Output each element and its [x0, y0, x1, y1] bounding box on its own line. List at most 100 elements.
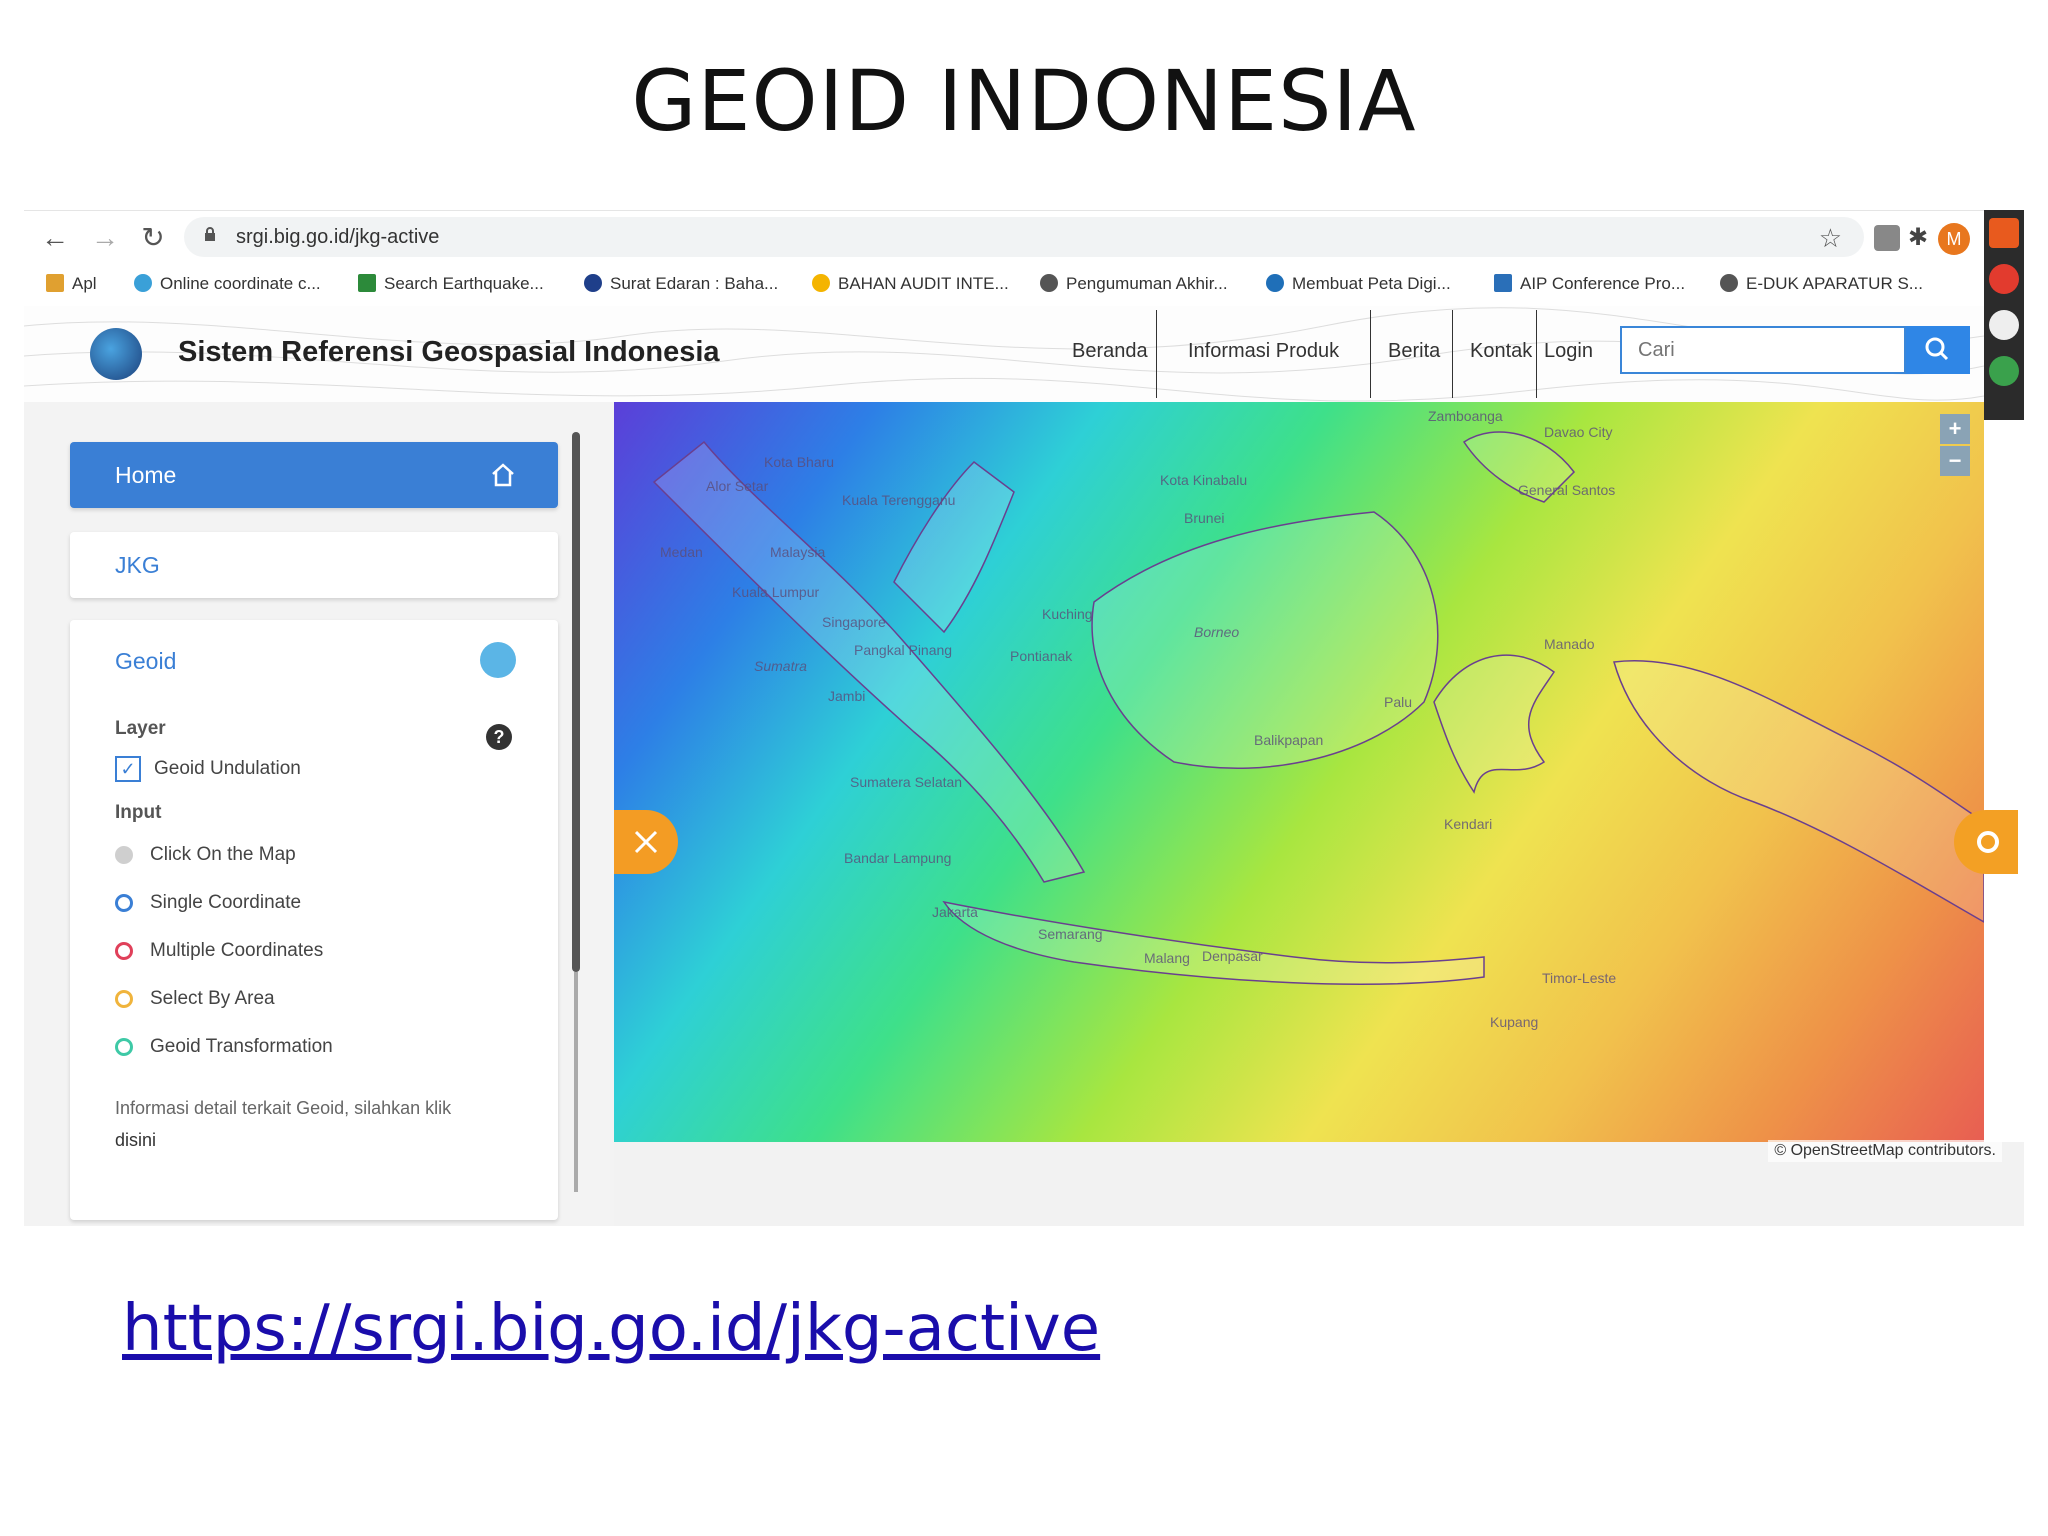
- bookmark-item[interactable]: Apl: [46, 274, 97, 294]
- hand-icon[interactable]: [1989, 356, 2019, 386]
- map-label: Kota Kinabalu: [1160, 472, 1248, 488]
- browser-toolbar: ← → ↻ srgi.big.go.id/jkg-active ☆ ✱ M: [24, 210, 1984, 263]
- map-label: Pontianak: [1010, 648, 1073, 664]
- bookmarks-bar: Apl Online coordinate c... Search Earthq…: [24, 262, 1984, 307]
- multiple-coordinates-label: Multiple Coordinates: [150, 940, 324, 961]
- map-attribution[interactable]: © OpenStreetMap contributors.: [1768, 1140, 2002, 1162]
- bookmark-item[interactable]: Pengumuman Akhir...: [1040, 274, 1228, 294]
- panel-scrollbar[interactable]: [572, 432, 580, 972]
- map-label: Zamboanga: [1428, 408, 1503, 424]
- geoid-undulation-checkbox[interactable]: ✓: [115, 756, 141, 782]
- nav-kontak[interactable]: Kontak: [1470, 340, 1532, 363]
- home-button[interactable]: Home: [70, 442, 558, 508]
- back-icon[interactable]: ←: [38, 221, 72, 255]
- forward-icon[interactable]: →: [88, 221, 122, 255]
- map-label: Medan: [660, 544, 703, 560]
- puzzle-extensions-icon[interactable]: ✱: [1908, 223, 1928, 252]
- select-by-area-radio[interactable]: [115, 990, 133, 1008]
- map-label: Jakarta: [932, 904, 978, 920]
- bookmark-item[interactable]: Search Earthquake...: [358, 274, 544, 294]
- map-label: Kendari: [1444, 816, 1493, 832]
- map-label: Sumatera Selatan: [850, 774, 963, 790]
- ministry-icon: [584, 274, 602, 292]
- click-on-map-label: Click On the Map: [150, 844, 296, 865]
- nav-berita[interactable]: Berita: [1388, 340, 1440, 363]
- bookmark-item[interactable]: AIP Conference Pro...: [1494, 274, 1685, 294]
- arrow-left-icon[interactable]: [1989, 218, 2019, 248]
- search-button[interactable]: [1906, 326, 1970, 374]
- map-label: Brunei: [1184, 510, 1225, 526]
- map-label: Timor-Leste: [1542, 970, 1617, 986]
- reload-icon[interactable]: ↻: [136, 221, 170, 255]
- geoid-undulation-label: Geoid Undulation: [154, 758, 301, 779]
- bookmark-star-icon[interactable]: ☆: [1819, 223, 1842, 254]
- jkg-button[interactable]: JKG: [70, 532, 558, 598]
- select-by-area-label: Select By Area: [150, 988, 275, 1009]
- map-label: Palu: [1384, 694, 1413, 710]
- nav-informasi-produk[interactable]: Informasi Produk: [1188, 340, 1339, 363]
- jkg-label: JKG: [115, 552, 160, 578]
- map-label: Manado: [1544, 636, 1595, 652]
- map-label: Jambi: [828, 688, 866, 704]
- address-bar[interactable]: srgi.big.go.id/jkg-active ☆: [184, 217, 1864, 257]
- map-label: Malang: [1144, 950, 1190, 966]
- panel-scroll-track: [574, 972, 578, 1192]
- site-header: Sistem Referensi Geospasial Indonesia Be…: [24, 306, 1984, 402]
- multiple-coordinates-radio[interactable]: [115, 942, 133, 960]
- zoom-in-button[interactable]: +: [1940, 414, 1970, 444]
- map-label: Kota Bharu: [764, 454, 835, 470]
- profile-avatar[interactable]: M: [1938, 223, 1970, 255]
- geoid-label[interactable]: Geoid: [115, 648, 176, 675]
- site-title: Sistem Referensi Geospasial Indonesia: [178, 336, 720, 368]
- copy-icon[interactable]: [1989, 310, 2019, 340]
- zoom-out-button[interactable]: −: [1940, 446, 1970, 476]
- bookmark-item[interactable]: Surat Edaran : Baha...: [584, 274, 778, 294]
- map-label: Davao City: [1544, 424, 1613, 440]
- globe-icon: [1040, 274, 1058, 292]
- slide-title: GEOID INDONESIA: [631, 52, 1417, 150]
- map-label: Singapore: [822, 614, 886, 630]
- microphone-icon[interactable]: [1989, 264, 2019, 294]
- click-on-map-radio[interactable]: [115, 846, 133, 864]
- input-heading: Input: [115, 802, 162, 823]
- map-label: Bandar Lampung: [844, 850, 952, 866]
- site-icon: [1266, 274, 1284, 292]
- nav-divider: [1536, 310, 1537, 398]
- nav-beranda[interactable]: Beranda: [1072, 340, 1148, 363]
- gear-icon: [1977, 831, 1999, 853]
- map-landmass: [652, 431, 1984, 985]
- map-label: Borneo: [1194, 624, 1240, 640]
- map-label: Denpasar: [1202, 948, 1263, 964]
- map-pin-icon: [134, 274, 152, 292]
- geoid-transformation-radio[interactable]: [115, 1038, 133, 1056]
- bookmark-item[interactable]: BAHAN AUDIT INTE...: [812, 274, 1009, 294]
- home-icon: [492, 463, 514, 487]
- big-logo[interactable]: [90, 328, 142, 380]
- close-panel-button[interactable]: [614, 810, 678, 874]
- map-label: Kupang: [1490, 1014, 1539, 1030]
- slide-url-link[interactable]: https://srgi.big.go.id/jkg-active: [122, 1292, 1100, 1366]
- bookmark-item[interactable]: Membuat Peta Digi...: [1266, 274, 1451, 294]
- info-link[interactable]: disini: [115, 1130, 156, 1151]
- geoid-map[interactable]: Kota Bharu Alor Setar Kuala Terengganu M…: [614, 402, 1984, 1142]
- help-icon[interactable]: ?: [486, 724, 512, 750]
- nav-login[interactable]: Login: [1544, 340, 1593, 363]
- map-label: Kuching: [1042, 606, 1093, 622]
- single-coordinate-label: Single Coordinate: [150, 892, 302, 913]
- bookmark-item[interactable]: E-DUK APARATUR S...: [1720, 274, 1923, 294]
- single-coordinate-radio[interactable]: [115, 894, 133, 912]
- map-label: Balikpapan: [1254, 732, 1324, 748]
- side-tools-bar: [1984, 210, 2024, 420]
- geoid-transformation-label: Geoid Transformation: [150, 1036, 333, 1057]
- bookmark-item[interactable]: Online coordinate c...: [134, 274, 321, 294]
- settings-button[interactable]: [1954, 810, 2018, 874]
- map-label: Kuala Lumpur: [732, 584, 820, 600]
- globe-icon: [1720, 274, 1738, 292]
- atom-icon: [1494, 274, 1512, 292]
- left-panel: Home JKG Geoid Layer ? ✓ Geoid Undulatio…: [24, 402, 616, 1226]
- search-input[interactable]: [1620, 326, 1906, 374]
- geoid-globe-icon: [480, 642, 516, 678]
- nav-divider: [1452, 310, 1453, 398]
- map-label: General Santos: [1518, 482, 1616, 498]
- pdf-extension-icon[interactable]: [1874, 225, 1900, 251]
